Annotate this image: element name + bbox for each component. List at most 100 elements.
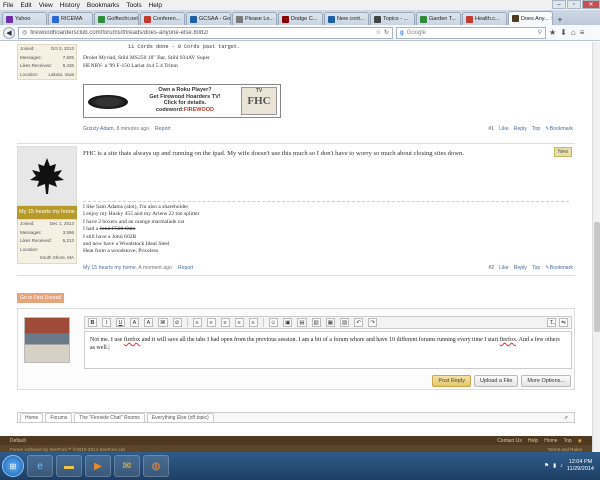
outlook-icon[interactable]: ✉ — [114, 455, 140, 477]
menu-tools[interactable]: Tools — [126, 2, 141, 9]
media-player-icon[interactable]: ▶ — [85, 455, 111, 477]
tab-3[interactable]: Conferen... — [140, 12, 185, 25]
tab-10[interactable]: Health.c... — [462, 12, 507, 25]
post-number[interactable]: #1 — [488, 126, 494, 132]
post-time[interactable]: 8 minutes ago — [116, 126, 149, 132]
network-icon[interactable]: ▮ — [553, 463, 556, 469]
media-button[interactable]: ▤ — [297, 318, 307, 327]
redo-button[interactable]: ↷ — [368, 318, 378, 327]
tab-close-icon[interactable]: ✕ — [551, 16, 552, 22]
align-button[interactable]: ≡ — [192, 318, 202, 327]
tab-0[interactable]: Yahoo — [2, 12, 47, 25]
save-draft-button[interactable]: ▧ — [339, 318, 350, 327]
font-size-button[interactable]: A — [144, 318, 153, 327]
more-options-button[interactable]: More Options... — [521, 375, 571, 387]
download-icon[interactable]: ⬇ — [560, 28, 567, 37]
font-color-button[interactable]: A — [130, 318, 139, 327]
reply-link[interactable]: Reply — [514, 126, 527, 132]
link-button[interactable]: ⌘ — [158, 318, 168, 327]
bold-button[interactable]: B — [88, 318, 97, 327]
report-link[interactable]: Report — [178, 265, 194, 271]
search-input[interactable]: Google — [407, 30, 426, 36]
search-bar[interactable]: g Google ⚲ — [396, 26, 546, 39]
tab-2[interactable]: Golftechi.net — [94, 12, 139, 25]
undo-button[interactable]: ↶ — [354, 318, 364, 327]
bookmark-link[interactable]: ✎Bookmark — [545, 265, 573, 271]
image-button[interactable]: ▣ — [283, 318, 293, 327]
minimize-icon[interactable]: – — [552, 0, 566, 9]
like-link[interactable]: Like — [499, 126, 509, 132]
tab-9[interactable]: Garden T... — [416, 12, 461, 25]
reply-link[interactable]: Reply — [514, 265, 527, 271]
top-link[interactable]: Top — [532, 265, 540, 271]
back-icon[interactable]: ◀ — [3, 26, 15, 39]
breadcrumb-forums[interactable]: Forums — [45, 412, 73, 423]
breadcrumb-everything-else[interactable]: Everything Else (off topic) — [146, 412, 214, 423]
star-icon[interactable]: ☆ — [376, 29, 381, 36]
new-tab-icon[interactable]: + — [554, 13, 566, 25]
reload-icon[interactable]: ↻ — [384, 29, 389, 36]
upload-file-button[interactable]: Upload a File — [473, 375, 519, 387]
page-scrollbar[interactable] — [592, 42, 600, 452]
firefox-icon[interactable]: ◍ — [143, 455, 169, 477]
username-label[interactable]: My 15 hearts my home — [17, 206, 77, 219]
tab-1[interactable]: RICEMA — [48, 12, 93, 25]
tab-6[interactable]: Dodge C... — [278, 12, 323, 25]
menu-history[interactable]: History — [60, 2, 80, 9]
quote-button[interactable]: ▥ — [311, 318, 321, 327]
maximize-icon[interactable]: ▫ — [567, 0, 581, 9]
flag-icon[interactable]: ⚑ — [544, 463, 549, 469]
home-icon[interactable]: ⌂ — [571, 28, 576, 37]
breadcrumb-home[interactable]: Home — [20, 412, 44, 423]
folder-icon[interactable]: ▬ — [56, 455, 82, 477]
close-icon[interactable]: ✕ — [582, 0, 600, 9]
search-icon[interactable]: ⚲ — [538, 29, 542, 36]
footer-help[interactable]: Help — [528, 438, 538, 444]
numbered-list-button[interactable]: ≡ — [220, 318, 230, 327]
code-button[interactable]: ▦ — [325, 318, 335, 327]
scrollbar-thumb[interactable] — [594, 222, 600, 332]
footer-home[interactable]: Home — [544, 438, 557, 444]
top-link[interactable]: Top — [532, 126, 540, 132]
post-number[interactable]: #2 — [488, 265, 494, 271]
search-engine-icon[interactable]: g — [400, 30, 404, 36]
tab-5[interactable]: Please Lo... — [232, 12, 277, 25]
rss-icon[interactable]: ◉ — [578, 438, 582, 444]
post-author-link[interactable]: My 15 hearts my home — [83, 265, 136, 271]
tab-8[interactable]: Topics - ... — [370, 12, 415, 25]
style-chooser[interactable]: Default — [10, 438, 26, 444]
italic-button[interactable]: I — [102, 318, 111, 327]
menu-bookmarks[interactable]: Bookmarks — [87, 2, 120, 9]
go-to-first-unread-button[interactable]: Go to First Unread — [17, 293, 65, 303]
tab-7[interactable]: New cont... — [324, 12, 369, 25]
post-reply-button[interactable]: Post Reply — [432, 375, 471, 387]
tab-11[interactable]: Does Any...✕ — [508, 11, 553, 25]
remove-format-icon[interactable]: T̶ — [547, 318, 556, 327]
smilie-button[interactable]: ☺ — [268, 318, 279, 327]
underline-button[interactable]: U — [116, 318, 125, 327]
outdent-button[interactable]: ≡ — [234, 318, 244, 327]
windows-start-icon[interactable]: ⊞ — [2, 455, 24, 477]
volume-icon[interactable]: ♪ — [560, 463, 563, 469]
bookmark-link[interactable]: ✎Bookmark — [545, 126, 573, 132]
ie-icon[interactable]: e — [27, 455, 53, 477]
footer-contact[interactable]: Contact Us — [497, 438, 522, 444]
list-button[interactable]: ≡ — [206, 318, 216, 327]
report-link[interactable]: Report — [155, 126, 171, 132]
indent-button[interactable]: ≡ — [248, 318, 258, 327]
roku-banner[interactable]: Own a Roku Player? Get Firewood Hoarders… — [83, 84, 281, 118]
clock[interactable]: 12:04 PM 11/29/2014 — [567, 459, 594, 473]
tab-4[interactable]: GCSAA - Golf... — [186, 12, 231, 25]
like-link[interactable]: Like — [499, 265, 509, 271]
unlink-button[interactable]: ⊘ — [172, 318, 182, 327]
reply-editor[interactable]: Not me. I use firefox and it will save a… — [84, 331, 572, 369]
url-bar[interactable]: ◎ firewoodhoardersclub.com/forums/thread… — [18, 26, 393, 39]
footer-top[interactable]: Top — [564, 438, 572, 444]
bookmarks-icon[interactable]: ★ — [549, 28, 556, 37]
menu-help[interactable]: Help — [149, 2, 162, 9]
toggle-bbcode-icon[interactable]: ⇋ — [559, 318, 568, 327]
breadcrumb-fireside[interactable]: The "Fireside Chat" Rooms — [74, 412, 145, 423]
avatar[interactable] — [17, 146, 77, 206]
menu-edit[interactable]: Edit — [20, 2, 31, 9]
post-time[interactable]: A moment ago — [138, 265, 171, 271]
